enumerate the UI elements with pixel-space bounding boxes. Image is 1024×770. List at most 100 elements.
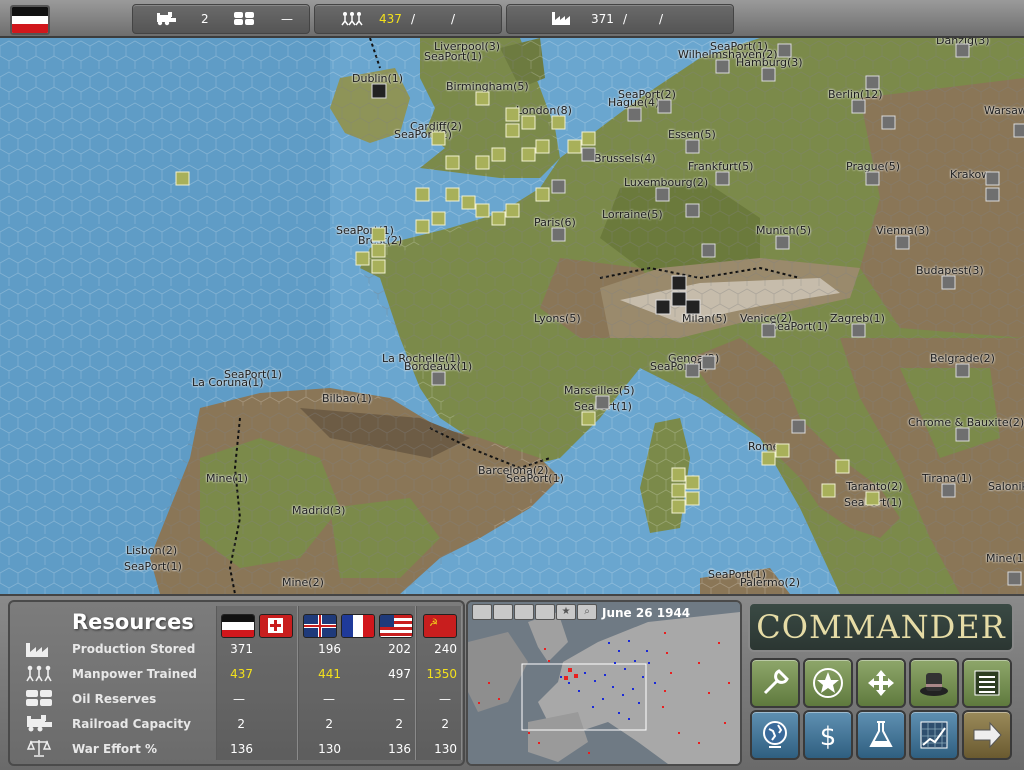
value-cell: 2 xyxy=(325,717,333,731)
value-cell: 130 xyxy=(434,742,457,756)
germany-flag[interactable] xyxy=(221,614,255,638)
city-label: Tirana(1) xyxy=(922,472,972,485)
list-button[interactable] xyxy=(962,658,1012,708)
city-label: Chrome & Bauxite(2) xyxy=(908,416,1024,429)
production-separator: / xyxy=(659,12,664,26)
city-label: SeaPort(1) xyxy=(844,496,902,509)
value-cell: 202 xyxy=(388,642,411,656)
italy-flag[interactable] xyxy=(259,614,293,638)
nation-flag-button[interactable] xyxy=(10,5,50,35)
city-label: Taranto(2) xyxy=(846,480,903,493)
value-cell: 2 xyxy=(441,717,449,731)
city-label: Mine(2) xyxy=(282,576,324,589)
commander-panel: COMMANDER $ xyxy=(746,600,1016,762)
oil-barrels-icon xyxy=(234,12,254,25)
city-label: Zagreb(1) xyxy=(830,312,885,325)
city-label: Milan(5) xyxy=(682,312,727,325)
value-cell: 497 xyxy=(388,667,411,681)
city-label: SeaPort(1) xyxy=(710,40,768,53)
city-label: Munich(5) xyxy=(756,224,812,237)
filter-hq-icon[interactable] xyxy=(514,604,534,620)
flask-icon xyxy=(869,721,893,747)
value-cell: 1350 xyxy=(426,667,457,681)
city-label: Palermo(2) xyxy=(740,576,801,589)
minimap[interactable]: ★ ⌕ June 26 1944 xyxy=(466,600,742,766)
economy-button[interactable]: $ xyxy=(803,710,853,760)
row-label: Production Stored xyxy=(72,642,196,656)
filter-star-icon[interactable]: ★ xyxy=(556,604,576,620)
wrench-button[interactable] xyxy=(750,658,800,708)
value-cell: — xyxy=(233,692,245,706)
production-value: 371 xyxy=(591,12,614,26)
manpower-icon xyxy=(341,12,363,26)
city-label: Danzig(3) xyxy=(936,38,990,47)
dollar-icon: $ xyxy=(820,722,837,751)
value-cell: — xyxy=(323,692,335,706)
city-label: Prague(5) xyxy=(846,160,901,173)
turn-date: June 26 1944 xyxy=(602,606,691,620)
logistics-readout: 2 — xyxy=(132,4,310,34)
value-cell: 240 xyxy=(434,642,457,656)
row-label: Manpower Trained xyxy=(72,667,198,681)
ussr-flag[interactable]: ☭ xyxy=(423,614,457,638)
uk-flag[interactable] xyxy=(303,614,337,638)
production-readout: 371 / / xyxy=(506,4,734,34)
city-label: Brest(2) xyxy=(358,234,403,247)
city-label: SeaPort(1) xyxy=(770,320,828,333)
city-label: Luxembourg(2) xyxy=(624,176,709,189)
city-label: Krakow xyxy=(950,168,991,181)
oil-barrels-icon xyxy=(26,690,52,706)
filter-naval-icon[interactable] xyxy=(535,604,555,620)
top-bar: 2 — 437 / / 371 / / xyxy=(0,0,1024,38)
globe-button[interactable] xyxy=(750,710,800,760)
city-label: SeaPort(2) xyxy=(618,88,676,101)
city-label: Paris(6) xyxy=(534,216,576,229)
city-label: Rome xyxy=(748,440,780,453)
usa-flag[interactable] xyxy=(379,614,413,638)
city-label: Mine(1) xyxy=(206,472,248,485)
filter-air-icon[interactable] xyxy=(493,604,513,620)
research-button[interactable] xyxy=(856,710,906,760)
search-icon[interactable]: ⌕ xyxy=(577,604,597,620)
end-turn-button[interactable] xyxy=(962,710,1012,760)
locomotive-icon xyxy=(27,715,52,732)
city-label: Madrid(3) xyxy=(292,504,346,517)
city-label: Bordeaux(1) xyxy=(404,360,473,373)
france-flag[interactable] xyxy=(341,614,375,638)
oil-value: — xyxy=(281,12,293,26)
row-label: War Effort % xyxy=(72,742,158,756)
city-label: Frankfurt(5) xyxy=(688,160,754,173)
city-label: Brussels(4) xyxy=(594,152,656,165)
city-label: SeaPort(1) xyxy=(650,360,708,373)
strategic-map[interactable]: Dublin(1) Liverpool(3) SeaPort(1) Birmin… xyxy=(0,38,1024,594)
city-label: Birmingham(5) xyxy=(446,80,529,93)
move-button[interactable] xyxy=(856,658,906,708)
list-icon xyxy=(974,670,1000,696)
value-cell: 2 xyxy=(395,717,403,731)
value-cell: 136 xyxy=(230,742,253,756)
city-label: SeaPort(1) xyxy=(124,560,182,573)
svg-text:$: $ xyxy=(820,722,837,751)
diplomacy-hat-icon xyxy=(920,673,948,696)
filter-land-icon[interactable] xyxy=(472,604,492,620)
value-cell: 196 xyxy=(318,642,341,656)
statistics-button[interactable] xyxy=(909,710,959,760)
city-label: SeaPort(1) xyxy=(506,472,564,485)
diplomacy-button[interactable] xyxy=(909,658,959,708)
value-cell: 130 xyxy=(318,742,341,756)
manpower-readout: 437 / / xyxy=(314,4,502,34)
manpower-value: 437 xyxy=(379,12,402,26)
value-cell: 371 xyxy=(230,642,253,656)
chart-icon xyxy=(920,721,948,749)
resources-title: Resources xyxy=(72,610,194,634)
value-cell: — xyxy=(393,692,405,706)
star-button[interactable] xyxy=(803,658,853,708)
wrench-icon xyxy=(763,669,789,695)
city-label: SeaPort(1) xyxy=(224,368,282,381)
city-label: Berlin(12) xyxy=(828,88,883,101)
city-label: Lisbon(2) xyxy=(126,544,178,557)
value-cell: 136 xyxy=(388,742,411,756)
bottom-panel: Resources Production Stored Manpower Tra… xyxy=(0,594,1024,770)
city-label: Hamburg(3) xyxy=(736,56,803,69)
city-label: Budapest(3) xyxy=(916,264,984,277)
